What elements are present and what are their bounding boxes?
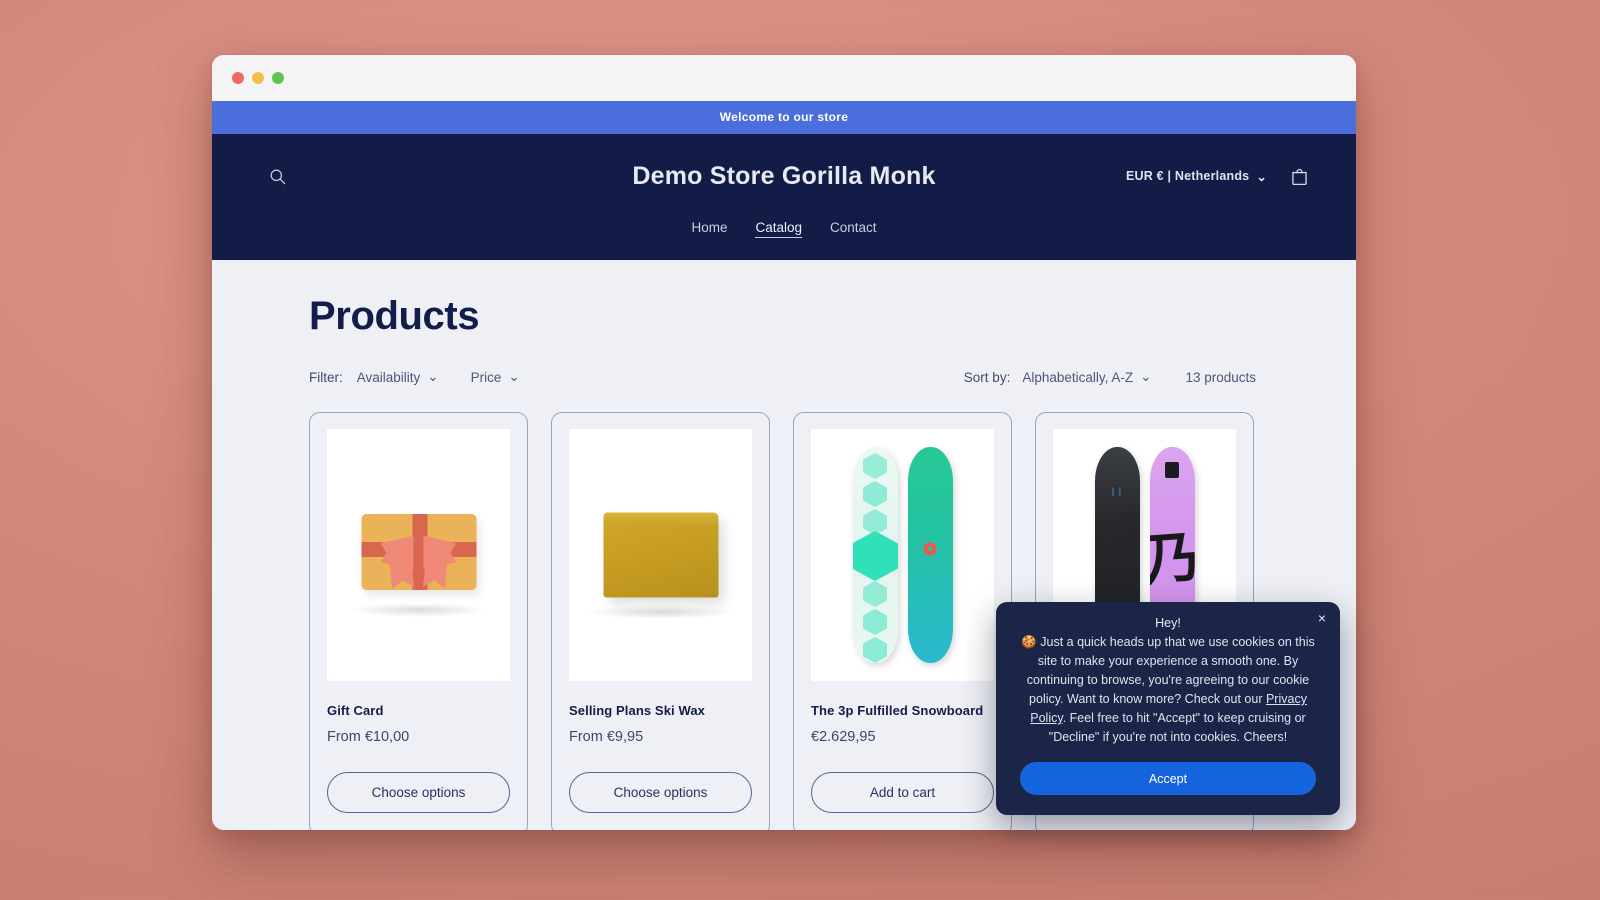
hex-pattern (863, 481, 887, 507)
board-binding-mark (923, 542, 937, 556)
search-icon (270, 169, 285, 184)
board-tag (1165, 462, 1179, 479)
cart-button[interactable] (1289, 166, 1310, 187)
facet-availability[interactable]: Availability ⌄ (357, 369, 439, 385)
facet-price[interactable]: Price ⌄ (471, 369, 520, 385)
shopping-bag-icon (1292, 168, 1307, 185)
product-image-3p-snowboard[interactable] (811, 429, 994, 681)
cookie-consent-banner: × Hey! 🍪 Just a quick heads up that we u… (996, 602, 1340, 815)
choose-options-button[interactable]: Choose options (569, 772, 752, 813)
page-title: Products (309, 294, 480, 338)
chevron-down-icon: ⌄ (1140, 369, 1152, 384)
site-header: Demo Store Gorilla Monk EUR € | Netherla… (212, 134, 1356, 260)
filter-group: Filter: Availability ⌄ Price ⌄ (309, 369, 520, 385)
search-button[interactable] (260, 159, 294, 193)
nav-link-contact[interactable]: Contact (830, 220, 877, 238)
product-card[interactable]: Gift Card From €10,00 Choose options (309, 412, 528, 830)
facet-availability-label: Availability (356, 369, 421, 385)
facet-price-label: Price (470, 369, 502, 385)
wax-shadow (585, 605, 736, 620)
sort-label: Sort by: (963, 369, 1011, 385)
snowboard-teal-icon (907, 447, 953, 663)
gift-card-icon (361, 514, 476, 591)
product-price: From €9,95 (569, 729, 644, 745)
accept-cookies-button[interactable]: Accept (1020, 762, 1316, 795)
add-to-cart-button[interactable]: Add to cart (811, 772, 994, 813)
product-card[interactable]: Selling Plans Ski Wax From €9,95 Choose … (551, 412, 770, 830)
wax-bar-top-face (603, 512, 718, 525)
window-close-button[interactable] (232, 72, 244, 84)
product-image-gift-card[interactable] (327, 429, 510, 681)
choose-options-button[interactable]: Choose options (327, 772, 510, 813)
chevron-down-icon: ⌄ (508, 369, 520, 384)
locale-selector[interactable]: EUR € | Netherlands ⌄ (1126, 169, 1267, 184)
product-price: From €10,00 (327, 729, 410, 745)
hex-pattern (863, 453, 887, 479)
hex-pattern (863, 637, 887, 663)
product-image-ski-wax[interactable] (569, 429, 752, 681)
header-row: Demo Store Gorilla Monk EUR € | Netherla… (212, 152, 1356, 200)
hex-pattern-large (852, 531, 898, 581)
locale-label: EUR € | Netherlands (1126, 169, 1250, 183)
product-title: Gift Card (327, 703, 384, 718)
chevron-down-icon: ⌄ (427, 369, 439, 384)
ski-wax-bar-icon (603, 512, 718, 598)
cookie-body-part2: . Feel free to hit "Accept" to keep crui… (1048, 711, 1306, 744)
gift-card-shadow (348, 602, 489, 617)
product-price: €2.629,95 (811, 729, 876, 745)
product-card[interactable]: The 3p Fulfilled Snowboard €2.629,95 Add… (793, 412, 1012, 830)
cookie-banner-body: 🍪 Just a quick heads up that we use cook… (1020, 633, 1316, 747)
snowboard-pair (811, 429, 994, 681)
sort-select[interactable]: Alphabetically, A-Z ⌄ (1022, 369, 1151, 385)
window-minimize-button[interactable] (252, 72, 264, 84)
product-title: Selling Plans Ski Wax (569, 703, 705, 718)
product-title: The 3p Fulfilled Snowboard (811, 703, 984, 718)
nav-link-home[interactable]: Home (691, 220, 727, 238)
site-navigation: Home Catalog Contact (212, 220, 1356, 238)
chevron-down-icon: ⌄ (1256, 169, 1267, 184)
snowboard-mint-icon (852, 447, 898, 663)
collection-toolbar: Filter: Availability ⌄ Price ⌄ Sort by: … (309, 369, 1310, 385)
window-titlebar (212, 55, 1356, 101)
sort-value: Alphabetically, A-Z (1022, 369, 1134, 385)
filter-label: Filter: (309, 369, 343, 385)
cookie-banner-heading: Hey! (1155, 616, 1181, 630)
nav-link-catalog[interactable]: Catalog (755, 220, 803, 238)
hex-pattern (863, 609, 887, 635)
header-right-group: EUR € | Netherlands ⌄ (1126, 166, 1310, 187)
board-brush-graphic: 乃 (1149, 524, 1195, 595)
window-maximize-button[interactable] (272, 72, 284, 84)
hex-pattern (863, 581, 887, 607)
sort-group: Sort by: Alphabetically, A-Z ⌄ 13 produc… (964, 369, 1256, 385)
product-count: 13 products (1185, 369, 1256, 385)
board-brandmark: | | (1111, 485, 1123, 496)
announcement-bar: Welcome to our store (212, 101, 1356, 134)
close-icon[interactable]: × (1318, 611, 1326, 625)
cookie-icon: 🍪 (1021, 635, 1037, 649)
announcement-text: Welcome to our store (719, 110, 849, 124)
board-insert-dots: : : : :: : : : (1105, 524, 1126, 556)
